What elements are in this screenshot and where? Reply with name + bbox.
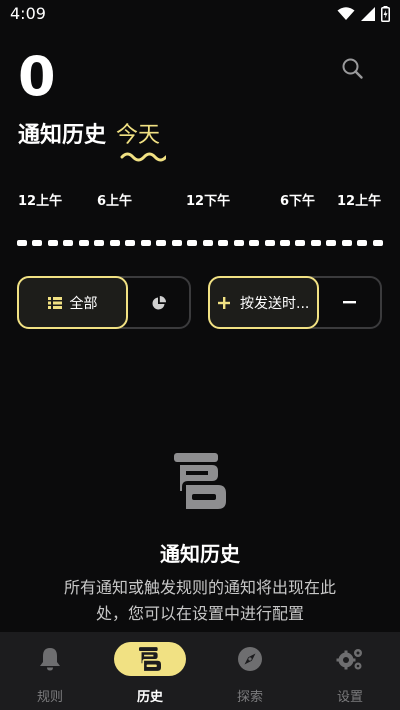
plus-icon [218,296,230,309]
timeline-segment [140,240,151,246]
timeline-segment [295,240,306,246]
bell-icon [40,648,60,671]
timeline-segment [171,240,182,246]
nav-rules[interactable]: 规则 [0,632,100,710]
timeline-segment [94,240,105,246]
status-icons [337,6,390,22]
timeline-label: 12下午 [186,194,231,209]
timeline-segment [218,240,229,246]
timeline-segment [32,240,43,246]
page-title: 通知历史 [18,123,107,148]
nav-explore-label: 探索 [236,690,263,705]
wifi-icon [337,7,355,20]
timeline-segment [187,240,198,246]
remove-sort-button[interactable] [319,278,380,327]
bottom-nav: 规则 历史 探索 设置 [0,632,400,710]
timeline-label: 6上午 [97,194,133,209]
timeline-segment [47,240,58,246]
timeline-segment [310,240,321,246]
nav-settings[interactable]: 设置 [300,632,400,710]
empty-state-title: 通知历史 [160,542,240,566]
status-time: 4:09 [10,4,46,23]
pie-chart-icon [152,295,166,309]
timeline-segment [78,240,89,246]
timeline-label: 12上午 [337,194,382,209]
nav-history[interactable]: 历史 [100,632,200,710]
history-icon [139,647,161,671]
timeline-segment [63,240,74,246]
title-row: 通知历史 今天 [18,118,160,148]
nav-settings-label: 设置 [336,690,363,705]
period-selector[interactable]: 今天 [116,117,160,149]
compass-icon [238,647,262,671]
timeline-segment [372,240,383,246]
nav-history-label: 历史 [136,690,163,705]
filter-all-button[interactable]: 全部 [17,276,128,329]
sort-label: 按发送时... [240,295,310,312]
gears-icon [336,649,362,670]
search-icon[interactable] [340,56,366,82]
battery-icon [381,6,390,22]
timeline-segment [125,240,136,246]
minus-icon [343,301,356,304]
timeline-label: 12上午 [18,194,63,209]
signal-icon [361,7,375,21]
history-icon [174,453,226,509]
timeline-segment [264,240,275,246]
timeline-segment [233,240,244,246]
empty-state-description: 所有通知或触发规则的通知将出现在此处，您可以在设置中进行配置 [63,578,336,623]
timeline-label: 6下午 [280,194,316,209]
notification-count: 0 [18,45,56,108]
timeline-segment [279,240,290,246]
timeline-segment [202,240,213,246]
filter-all-label: 全部 [69,295,98,312]
list-icon [47,296,62,309]
status-bar: 4:09 [0,0,400,28]
timeline-segment [156,240,167,246]
squiggle-indicator-icon [120,152,166,162]
timeline-segment [249,240,260,246]
timeline-segment [357,240,368,246]
chart-view-button[interactable] [128,278,189,327]
timeline-segment [17,240,27,246]
sort-filter-group: 按发送时... [208,276,382,329]
nav-rules-label: 规则 [36,690,63,705]
sort-button[interactable]: 按发送时... [208,276,319,329]
timeline-segment [326,240,337,246]
timeline-segment [109,240,120,246]
timeline-segment [341,240,352,246]
view-filter-group: 全部 [17,276,191,329]
timeline-labels: 12上午 6上午 12下午 6下午 12上午 [0,190,400,212]
timeline-bar [17,240,383,248]
nav-explore[interactable]: 探索 [200,632,300,710]
